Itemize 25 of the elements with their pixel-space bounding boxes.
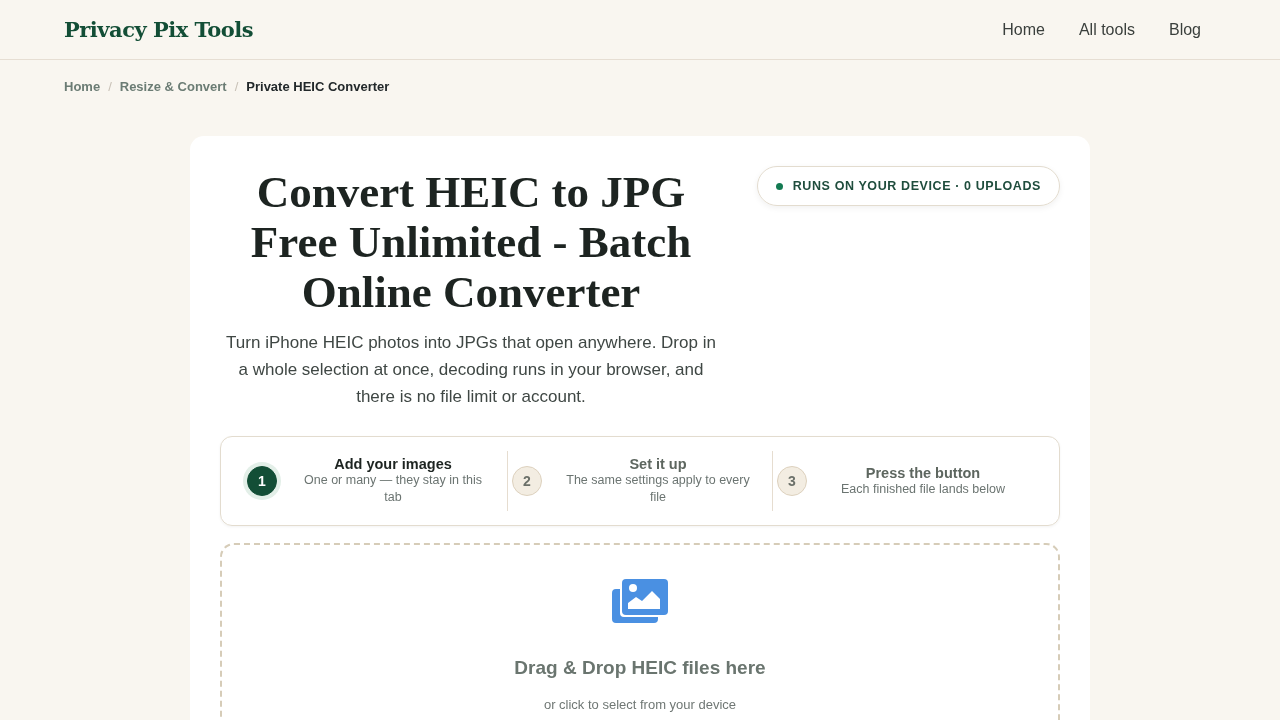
step-description: The same settings apply to every file (565, 472, 751, 506)
file-dropzone[interactable]: Drag & Drop HEIC files here or click to select from your device (220, 543, 1060, 720)
step-title: Set it up (629, 456, 687, 472)
dropzone-hint: or click to select from your device (543, 697, 737, 712)
step-number: 3 (777, 466, 807, 496)
step-description: One or many — they stay in this tab (303, 472, 483, 506)
breadcrumb-current: Private HEIC Converter (246, 78, 390, 94)
page-description: Turn iPhone HEIC photos into JPGs that open anywhere. Drop in a whole selection at once, decoding runs in your browser, and there is no file limit or account. (225, 332, 717, 408)
step-number: 1 (247, 466, 277, 496)
step-title: Press the button (865, 464, 981, 481)
site-logo[interactable]: Privacy Pix Tools (64, 17, 254, 42)
images-icon (612, 579, 668, 623)
breadcrumb-link[interactable]: Home (64, 78, 101, 94)
nav-link[interactable]: Home (1002, 20, 1045, 39)
step-title: Add your images (334, 456, 452, 472)
step-number: 2 (512, 466, 542, 496)
badge-text: RUNS ON YOUR DEVICE · 0 UPLOADS (792, 179, 1041, 193)
nav-link[interactable]: All tools (1078, 20, 1135, 39)
dropzone-title: Drag & Drop HEIC files here (514, 657, 766, 679)
breadcrumb-separator: / (108, 78, 112, 94)
breadcrumb-separator: / (234, 78, 239, 94)
page-title: Convert HEIC to JPG Free Unlimited - Batch Online Converter (249, 166, 693, 317)
step-description: Each finished file lands below (841, 480, 1005, 498)
breadcrumb-link[interactable]: Resize & Convert (119, 78, 227, 94)
nav-link[interactable]: Blog (1168, 20, 1201, 39)
